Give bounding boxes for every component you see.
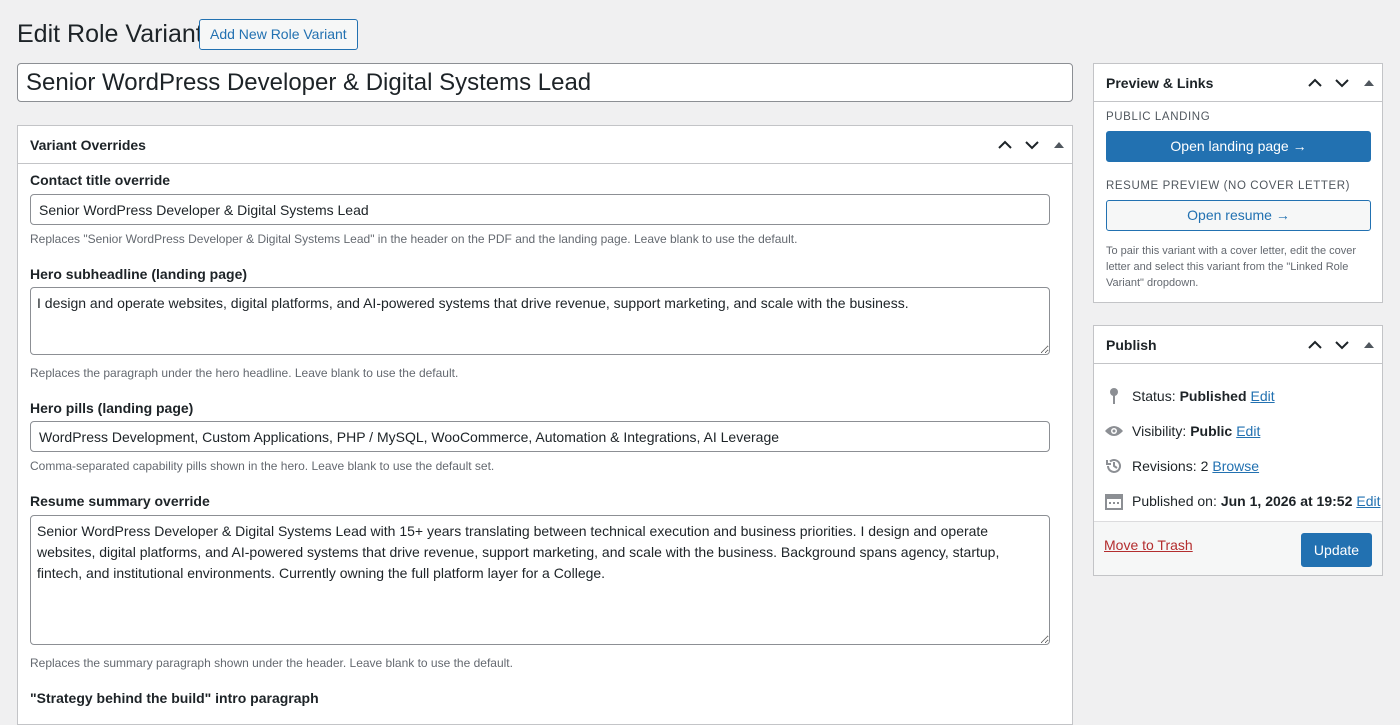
- edit-status-link[interactable]: Edit: [1251, 388, 1275, 404]
- visibility-value: Public: [1190, 423, 1233, 439]
- collapse-toggle-icon[interactable]: [1045, 127, 1072, 163]
- cover-letter-note: To pair this variant with a cover letter…: [1106, 245, 1357, 289]
- move-up-icon[interactable]: [991, 127, 1018, 163]
- public-landing-heading: PUBLIC LANDING: [1106, 111, 1211, 123]
- contact-title-label: Contact title override: [30, 172, 171, 188]
- revisions-row: Revisions: 2 Browse: [1104, 455, 1259, 477]
- publishing-actions: Move to Trash Update: [1094, 521, 1382, 575]
- publish-header: Publish: [1094, 326, 1382, 364]
- hero-subheadline-help: Replaces the paragraph under the hero he…: [30, 366, 459, 380]
- published-on-row: Published on: Jun 1, 2026 at 19:52 Edit: [1104, 490, 1381, 512]
- post-title-input[interactable]: [17, 63, 1073, 102]
- preview-links-header: Preview & Links: [1094, 64, 1382, 102]
- move-up-icon[interactable]: [1301, 65, 1328, 101]
- status-label: Status:: [1132, 388, 1176, 404]
- collapse-toggle-icon[interactable]: [1355, 65, 1382, 101]
- box-handle-actions: [1301, 64, 1382, 101]
- edit-visibility-link[interactable]: Edit: [1236, 423, 1260, 439]
- move-down-icon[interactable]: [1328, 327, 1355, 363]
- move-to-trash-link[interactable]: Move to Trash: [1104, 537, 1193, 553]
- hero-pills-label: Hero pills (landing page): [30, 400, 194, 416]
- contact-title-input[interactable]: [30, 194, 1050, 225]
- visibility-row: Visibility: Public Edit: [1104, 420, 1260, 442]
- status-value: Published: [1179, 388, 1247, 404]
- pin-icon: [1104, 386, 1124, 406]
- strategy-intro-label: "Strategy behind the build" intro paragr…: [30, 690, 319, 706]
- revisions-label: Revisions:: [1132, 458, 1197, 474]
- calendar-icon: [1104, 491, 1124, 511]
- move-down-icon[interactable]: [1018, 127, 1045, 163]
- browse-revisions-link[interactable]: Browse: [1212, 458, 1259, 474]
- box-handle-actions: [1301, 326, 1382, 363]
- published-on-label: Published on:: [1132, 493, 1217, 509]
- variant-overrides-title: Variant Overrides: [30, 136, 146, 153]
- publish-box: Publish Status: Published Edit Visibilit…: [1093, 325, 1383, 576]
- update-button[interactable]: Update: [1301, 533, 1372, 567]
- resume-summary-help: Replaces the summary paragraph shown und…: [30, 656, 513, 670]
- visibility-label: Visibility:: [1132, 423, 1187, 439]
- edit-date-link[interactable]: Edit: [1356, 493, 1380, 509]
- preview-links-title: Preview & Links: [1106, 74, 1214, 91]
- resume-summary-label: Resume summary override: [30, 493, 210, 509]
- eye-icon: [1104, 421, 1124, 441]
- collapse-toggle-icon[interactable]: [1355, 327, 1382, 363]
- variant-overrides-header: Variant Overrides: [18, 126, 1072, 164]
- variant-overrides-box: Variant Overrides Contact title override…: [17, 125, 1073, 725]
- preview-links-box: Preview & Links PUBLIC LANDING Open land…: [1093, 63, 1383, 303]
- resume-preview-heading: RESUME PREVIEW (NO COVER LETTER): [1106, 180, 1351, 192]
- move-down-icon[interactable]: [1328, 65, 1355, 101]
- move-up-icon[interactable]: [1301, 327, 1328, 363]
- page-title: Edit Role Variant: [17, 20, 203, 48]
- hero-subheadline-label: Hero subheadline (landing page): [30, 266, 248, 282]
- published-on-value: Jun 1, 2026 at 19:52: [1220, 493, 1353, 509]
- hero-subheadline-textarea[interactable]: I design and operate websites, digital p…: [30, 287, 1050, 355]
- open-landing-page-button[interactable]: Open landing page →: [1106, 131, 1371, 162]
- box-handle-actions: [991, 126, 1072, 163]
- status-row: Status: Published Edit: [1104, 385, 1275, 407]
- add-new-role-variant-button[interactable]: Add New Role Variant: [199, 19, 358, 50]
- history-icon: [1104, 456, 1124, 476]
- resume-summary-textarea[interactable]: Senior WordPress Developer & Digital Sys…: [30, 515, 1050, 645]
- open-resume-button[interactable]: Open resume →: [1106, 200, 1371, 231]
- contact-title-help: Replaces "Senior WordPress Developer & D…: [30, 232, 798, 246]
- hero-pills-input[interactable]: [30, 421, 1050, 452]
- hero-pills-help: Comma-separated capability pills shown i…: [30, 459, 495, 473]
- revisions-value: 2: [1200, 458, 1209, 474]
- publish-title: Publish: [1106, 336, 1157, 353]
